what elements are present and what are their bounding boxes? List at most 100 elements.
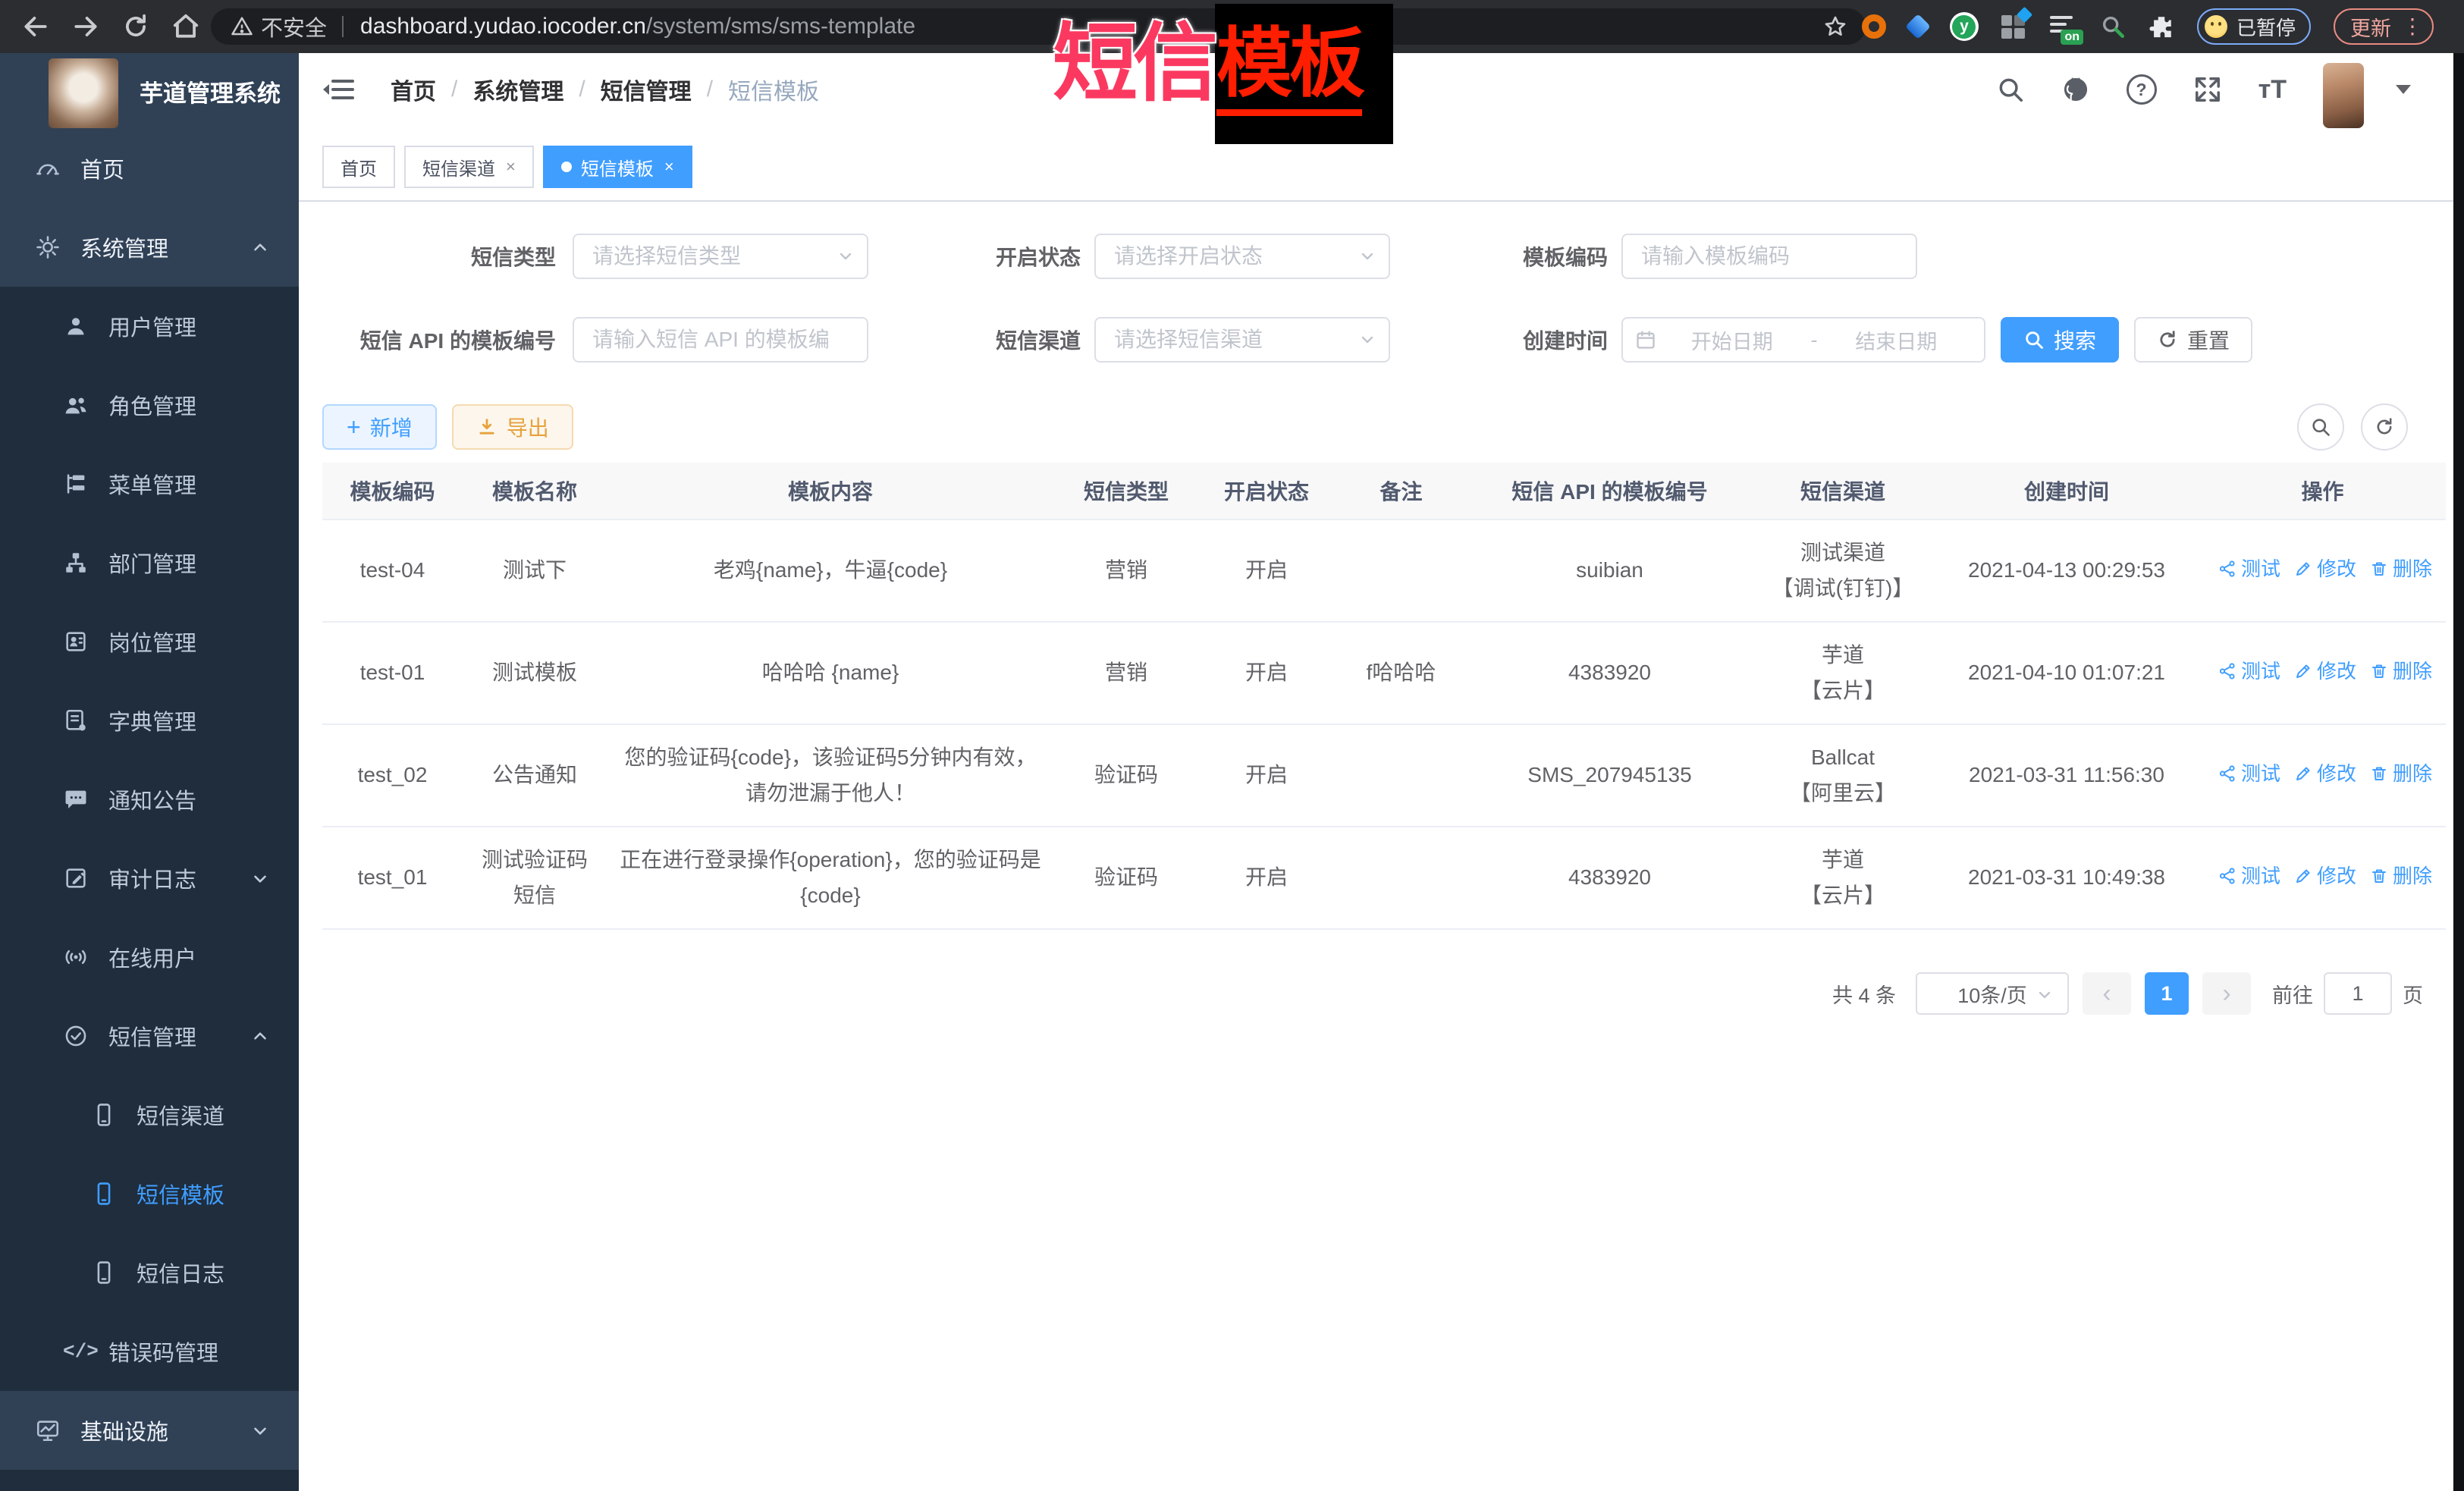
table-header-row: 模板编码 模板名称 模板内容 短信类型 开启状态 备注 短信 API 的模板编号…: [322, 463, 2446, 519]
goto-page-input[interactable]: [2324, 972, 2392, 1015]
id-badge-icon: [63, 629, 89, 654]
api-template-id-input[interactable]: [573, 317, 868, 363]
reload-icon[interactable]: [121, 12, 150, 41]
shield-check-icon: [63, 1023, 89, 1049]
sidebar-item-home[interactable]: 首页: [0, 129, 299, 208]
page-number-1[interactable]: 1: [2145, 972, 2189, 1015]
back-icon[interactable]: [21, 12, 50, 41]
search-button[interactable]: 搜索: [2001, 317, 2119, 363]
status-select[interactable]: [1094, 234, 1390, 279]
close-icon[interactable]: ×: [506, 159, 516, 175]
sidebar-item-menu-mgmt[interactable]: 菜单管理: [0, 444, 299, 523]
table-row: test-04 测试下 老鸡{name}，牛逼{code} 营销 开启 suib…: [322, 519, 2446, 622]
fullscreen-icon[interactable]: [2193, 75, 2222, 104]
date-separator: -: [1808, 328, 1821, 352]
delete-link[interactable]: 删除: [2370, 758, 2432, 790]
test-link[interactable]: 测试: [2218, 860, 2280, 893]
list-on-extension-icon[interactable]: on: [2050, 13, 2077, 40]
cell-type: 营销: [1054, 622, 1198, 724]
browser-menu-kebab-icon[interactable]: ⋮: [2402, 16, 2423, 37]
address-bar[interactable]: 不安全 dashboard.yudao.iocoder.cn/system/sm…: [211, 8, 1866, 45]
sidebar-item-user-mgmt[interactable]: 用户管理: [0, 287, 299, 366]
start-date-placeholder[interactable]: 开始日期: [1656, 325, 1808, 355]
col-status: 开启状态: [1198, 463, 1335, 519]
col-template-name: 模板名称: [463, 463, 607, 519]
test-link[interactable]: 测试: [2218, 655, 2280, 688]
dashboard-icon: [35, 155, 61, 181]
table-row: test_02 公告通知 您的验证码{code}，该验证码5分钟内有效，请勿泄漏…: [322, 724, 2446, 827]
create-time-range-picker[interactable]: 开始日期 - 结束日期: [1621, 317, 1985, 363]
delete-link[interactable]: 删除: [2370, 860, 2432, 893]
add-button[interactable]: + 新增: [322, 404, 437, 450]
sidebar-collapse-icon[interactable]: [322, 76, 354, 103]
delete-link[interactable]: 删除: [2370, 655, 2432, 688]
next-page-button[interactable]: ›: [2202, 972, 2251, 1015]
toggle-search-button[interactable]: [2297, 403, 2344, 450]
prev-page-button[interactable]: ‹: [2083, 972, 2131, 1015]
sidebar-item-dept-mgmt[interactable]: 部门管理: [0, 523, 299, 602]
org-chart-icon: [63, 550, 89, 576]
cell-api-id: SMS_207945135: [1467, 724, 1752, 827]
blue-kite-extension-icon[interactable]: [1905, 14, 1931, 39]
sidebar-item-post-mgmt[interactable]: 岗位管理: [0, 602, 299, 681]
user-avatar[interactable]: [2323, 63, 2364, 128]
help-icon[interactable]: ?: [2127, 74, 2157, 105]
sidebar-logo-row[interactable]: 芋道管理系统: [0, 53, 299, 129]
edit-link[interactable]: 修改: [2294, 758, 2356, 790]
edit-link[interactable]: 修改: [2294, 655, 2356, 688]
annotation-red-underlined-text: 模板: [1216, 22, 1362, 116]
breadcrumb-sms[interactable]: 短信管理: [601, 73, 692, 106]
avatar-caret-down-icon[interactable]: [2396, 85, 2411, 94]
breadcrumb-system[interactable]: 系统管理: [472, 73, 563, 106]
github-icon[interactable]: [2061, 75, 2090, 104]
sidebar-item-notice[interactable]: 通知公告: [0, 760, 299, 839]
sidebar-item-audit-log[interactable]: 审计日志: [0, 839, 299, 918]
sidebar-item-sms-template[interactable]: 短信模板: [0, 1154, 299, 1233]
forward-icon[interactable]: [71, 12, 100, 41]
menu-tree-icon: [63, 471, 89, 497]
home-icon[interactable]: [171, 12, 200, 41]
breadcrumb-home[interactable]: 首页: [391, 73, 436, 106]
browser-update-button[interactable]: 更新 ⋮: [2334, 8, 2434, 45]
end-date-placeholder[interactable]: 结束日期: [1821, 325, 1973, 355]
profile-paused-badge[interactable]: 已暂停: [2197, 8, 2311, 45]
edit-link[interactable]: 修改: [2294, 860, 2356, 893]
sidebar-item-role-mgmt[interactable]: 角色管理: [0, 366, 299, 444]
sidebar-item-error-code-mgmt[interactable]: </> 错误码管理: [0, 1312, 299, 1391]
close-icon[interactable]: ×: [664, 159, 674, 175]
refresh-table-button[interactable]: [2361, 403, 2408, 450]
sidebar-item-sms-log[interactable]: 短信日志: [0, 1233, 299, 1312]
template-code-input[interactable]: [1621, 234, 1917, 279]
delete-link[interactable]: 删除: [2370, 553, 2432, 585]
sms-channel-select[interactable]: [1094, 317, 1390, 363]
template-code-label: 模板编码: [1523, 241, 1621, 272]
tab-home[interactable]: 首页: [322, 146, 395, 188]
sms-type-select[interactable]: [573, 234, 868, 279]
export-button[interactable]: 导出: [452, 404, 573, 450]
test-link[interactable]: 测试: [2218, 758, 2280, 790]
tab-sms-channel[interactable]: 短信渠道 ×: [404, 146, 534, 188]
bookmark-star-icon[interactable]: [1823, 14, 1847, 39]
magnifier-extension-icon[interactable]: [2100, 14, 2126, 39]
orange-ring-extension-icon[interactable]: [1862, 14, 1886, 39]
green-y-extension-icon[interactable]: y: [1950, 12, 1979, 41]
sidebar-item-online-users[interactable]: 在线用户: [0, 918, 299, 997]
cell-type: 验证码: [1054, 827, 1198, 929]
sidebar-item-sms-mgmt[interactable]: 短信管理: [0, 997, 299, 1075]
font-size-icon[interactable]: тT: [2258, 75, 2287, 105]
sidebar-item-system-mgmt[interactable]: 系统管理: [0, 208, 299, 287]
extensions-puzzle-icon[interactable]: [2149, 14, 2174, 39]
test-link[interactable]: 测试: [2218, 553, 2280, 585]
reset-button[interactable]: 重置: [2134, 317, 2252, 363]
security-label[interactable]: 不安全: [261, 11, 327, 42]
cell-remark: f哈哈哈: [1335, 622, 1467, 724]
page-size-select[interactable]: 10条/页: [1916, 972, 2069, 1015]
tab-sms-template[interactable]: 短信模板 ×: [543, 146, 692, 188]
edit-link[interactable]: 修改: [2294, 553, 2356, 585]
search-icon[interactable]: [1996, 75, 2025, 104]
sidebar-item-dict-mgmt[interactable]: 字典管理: [0, 681, 299, 760]
grid-extension-icon[interactable]: [2001, 14, 2027, 39]
sidebar-item-sms-channel[interactable]: 短信渠道: [0, 1075, 299, 1154]
pagination: 共 4 条 10条/页 ‹ 1 › 前往 页: [322, 972, 2453, 1015]
sidebar-item-infrastructure[interactable]: 基础设施: [0, 1391, 299, 1470]
